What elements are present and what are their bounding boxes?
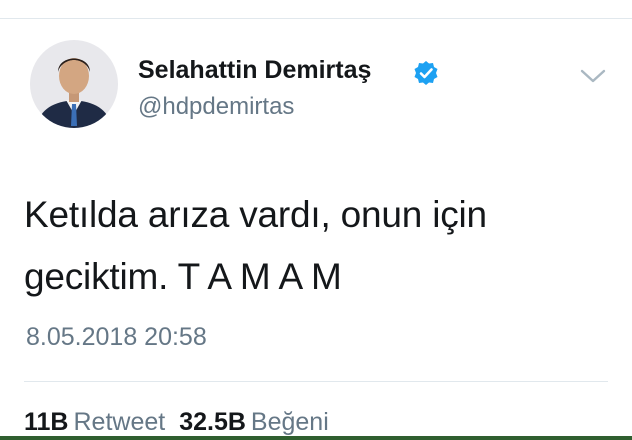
bottom-edge-bar bbox=[0, 436, 632, 440]
author-display-name[interactable]: Selahattin Demirtaş bbox=[138, 56, 371, 85]
tweet-timestamp[interactable]: 8.05.2018 20:58 bbox=[26, 323, 207, 352]
tweet-text-line: geciktim. T A M A M bbox=[24, 256, 342, 297]
tweet-text-line: Ketılda arıza vardı, onun için bbox=[24, 194, 487, 235]
stats-divider bbox=[24, 381, 608, 382]
author-handle[interactable]: @hdpdemirtas bbox=[138, 93, 294, 121]
top-divider bbox=[0, 18, 632, 19]
retweet-count[interactable]: 11B bbox=[24, 408, 68, 436]
like-label[interactable]: Beğeni bbox=[251, 408, 329, 436]
like-count[interactable]: 32.5B bbox=[179, 408, 246, 436]
avatar-portrait bbox=[30, 40, 118, 128]
retweet-label[interactable]: Retweet bbox=[73, 408, 165, 436]
verified-badge-icon bbox=[414, 61, 438, 85]
chevron-down-icon[interactable] bbox=[578, 66, 608, 86]
tweet-stats: 11B Retweet 32.5B Beğeni bbox=[24, 408, 343, 437]
tweet-text: Ketılda arıza vardı, onun için geciktim.… bbox=[24, 184, 604, 308]
avatar[interactable] bbox=[30, 40, 118, 128]
